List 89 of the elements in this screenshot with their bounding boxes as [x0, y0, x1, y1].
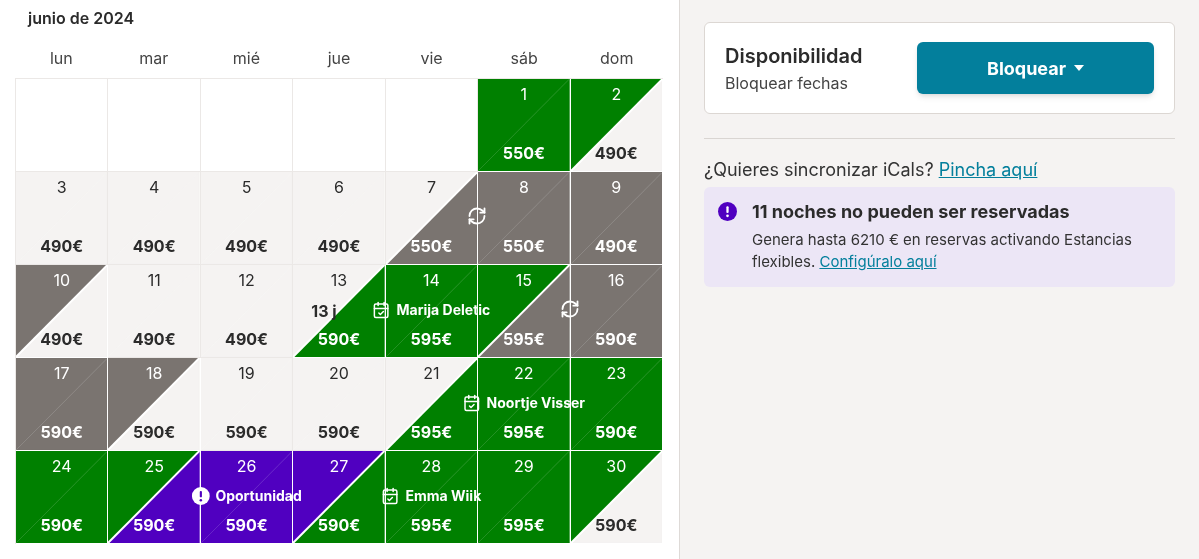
day-number: 27: [329, 455, 349, 478]
sync-link[interactable]: Pincha aquí: [938, 159, 1038, 180]
day-price: 590€: [40, 514, 83, 537]
day-number: 6: [334, 176, 344, 199]
day-number: 11: [147, 269, 161, 292]
day-price: 590€: [595, 328, 638, 351]
day-number: 24: [51, 455, 72, 478]
alert-text: Genera hasta 6210 € en reservas activando Estancias flexibles. Configúralo aquí: [752, 229, 1133, 273]
calendar-check-icon: [462, 393, 481, 412]
day-number: 7: [426, 176, 436, 199]
day-price: 590€: [317, 328, 361, 351]
day-shading[interactable]: [293, 265, 385, 357]
day-price: 590€: [595, 514, 638, 537]
day-price: 490€: [594, 142, 638, 165]
weekday-header: jue: [326, 47, 352, 70]
day-number: 4: [148, 176, 160, 199]
day-shading[interactable]: [385, 358, 478, 450]
day-price: 590€: [132, 514, 176, 537]
card-title: Disponibilidad: [725, 43, 863, 70]
weekday-header: mar: [138, 47, 170, 70]
day-number: 26: [236, 455, 257, 478]
month-title: junio de 2024: [26, 7, 136, 30]
day-price: 590€: [225, 421, 268, 444]
day-price: 490€: [594, 235, 638, 258]
day-number: 22: [514, 362, 534, 385]
block-dropdown-button[interactable]: Bloquear: [917, 42, 1154, 94]
day-price: 490€: [132, 235, 176, 258]
day-shading[interactable]: [108, 451, 200, 543]
day-number: 8: [518, 176, 529, 199]
day-number: 18: [145, 362, 163, 385]
day-number: 20: [329, 362, 349, 385]
day-price: 595€: [502, 514, 545, 537]
day-price: 490€: [40, 235, 84, 258]
day-price: 550€: [410, 235, 453, 258]
day-number: 17: [53, 362, 70, 385]
day-price: 550€: [502, 142, 545, 165]
day-price: 490€: [225, 235, 269, 258]
day-number: 9: [611, 176, 622, 199]
day-number: 15: [515, 269, 532, 292]
day-price: 590€: [225, 514, 268, 537]
weekday-header: mié: [231, 47, 262, 70]
weekday-header: sáb: [509, 47, 539, 70]
day-number: 12: [238, 269, 255, 292]
caret-icon: [1074, 65, 1085, 71]
day-price: 490€: [132, 328, 176, 351]
day-number: 19: [238, 362, 255, 385]
day-price: 595€: [410, 328, 453, 351]
day-price: 590€: [132, 421, 176, 444]
alert-icon: [718, 201, 737, 221]
day-number: 14: [423, 269, 440, 292]
day-price: 490€: [225, 328, 269, 351]
calendar-check-icon: [381, 486, 400, 505]
day-number: 25: [144, 455, 164, 478]
day-number: 1: [520, 83, 528, 106]
sync-prompt: ¿Quieres sincronizar iCals? Pincha aquí: [704, 159, 1039, 182]
day-number: 5: [241, 176, 252, 199]
day-number: 2: [611, 83, 622, 106]
day-price: 595€: [502, 328, 545, 351]
day-number: 3: [56, 176, 67, 199]
alert-title: 11 noches no pueden ser reservadas: [752, 200, 1071, 223]
day-price: 490€: [40, 328, 84, 351]
configure-link[interactable]: Configúralo aquí: [819, 252, 937, 271]
day-number: 16: [608, 269, 625, 292]
calendar-check-icon: [372, 300, 391, 319]
weekday-header: lun: [48, 47, 74, 70]
day-price: 590€: [317, 421, 361, 444]
card-subtitle: Bloquear fechas: [725, 72, 849, 95]
sync-icon: [467, 206, 488, 226]
sync-icon: [559, 299, 580, 319]
day-price: 590€: [595, 421, 638, 444]
day-price: 590€: [40, 421, 83, 444]
weekday-header: vie: [419, 47, 444, 70]
day-number: 28: [421, 455, 442, 478]
day-number: 10: [53, 269, 70, 292]
day-price: 595€: [502, 421, 545, 444]
day-shading[interactable]: [16, 451, 108, 543]
alert-icon: [191, 486, 210, 505]
weekday-header: dom: [599, 47, 635, 70]
day-price: 550€: [502, 235, 545, 258]
day-number: 30: [606, 455, 627, 478]
cut-label: 13 j: [311, 300, 337, 323]
day-number: 21: [423, 362, 440, 385]
day-price: 490€: [317, 235, 361, 258]
day-number: 13: [330, 269, 348, 292]
day-number: 23: [606, 362, 627, 385]
day-price: 595€: [410, 514, 453, 537]
day-price: 595€: [410, 421, 453, 444]
day-number: 29: [514, 455, 534, 478]
day-price: 590€: [317, 514, 361, 537]
